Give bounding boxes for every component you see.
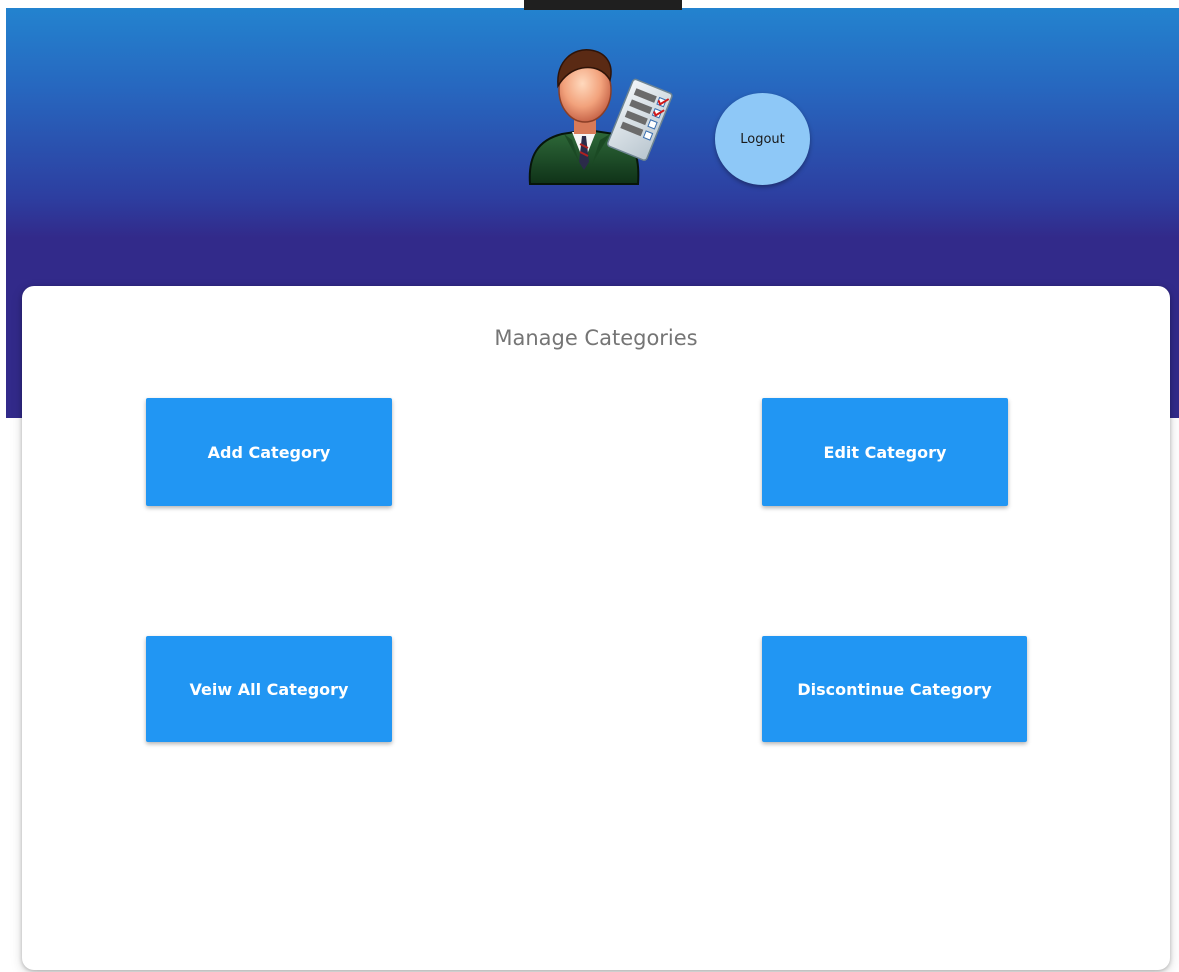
top-notch (524, 0, 682, 10)
page-title: Manage Categories (494, 326, 698, 350)
page: Logout Manage Categories Add Category Ed… (0, 0, 1179, 972)
add-category-button[interactable]: Add Category (146, 398, 392, 506)
view-all-category-button[interactable]: Veiw All Category (146, 636, 392, 742)
manage-categories-card: Manage Categories Add Category Edit Cate… (22, 286, 1170, 970)
logout-button[interactable]: Logout (715, 93, 810, 185)
manager-checklist-icon (522, 44, 674, 190)
edit-category-button[interactable]: Edit Category (762, 398, 1008, 506)
discontinue-category-button[interactable]: Discontinue Category (762, 636, 1027, 742)
